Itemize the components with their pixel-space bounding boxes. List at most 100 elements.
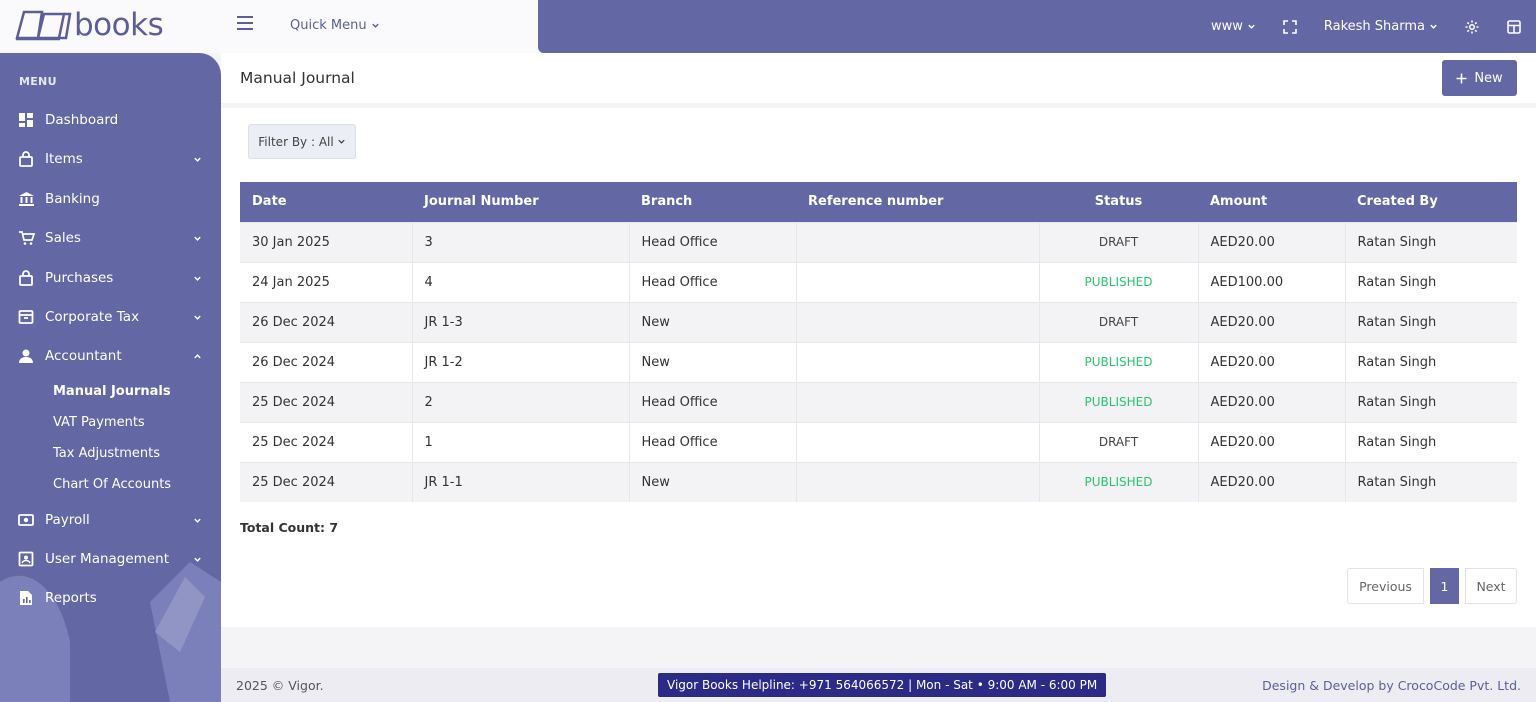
filter-label: Filter By : All: [258, 134, 334, 149]
previous-page-button[interactable]: Previous: [1347, 568, 1424, 604]
user-icon: [16, 347, 36, 365]
cell-branch: New: [629, 341, 797, 382]
cell-amount: AED20.00: [1198, 381, 1346, 422]
workspace-dropdown[interactable]: www: [1211, 19, 1256, 34]
cell-journal-number[interactable]: 1: [412, 421, 630, 462]
cell-date: 30 Jan 2025: [240, 221, 413, 262]
user-card-icon: [16, 550, 36, 568]
report-icon: [16, 589, 36, 607]
user-dropdown[interactable]: Rakesh Sharma: [1324, 19, 1438, 34]
column-header-branch[interactable]: Branch: [629, 182, 796, 222]
status-badge: PUBLISHED: [1039, 461, 1199, 502]
quick-menu-label: Quick Menu: [290, 18, 367, 33]
new-button-label: New: [1474, 70, 1503, 86]
column-header-date[interactable]: Date: [240, 182, 412, 222]
cell-journal-number[interactable]: JR 1-3: [412, 301, 630, 342]
brand-logo[interactable]: books: [14, 4, 164, 46]
sidebar-item-sales[interactable]: Sales: [0, 225, 221, 251]
table-row[interactable]: 24 Jan 2025 4 Head Office PUBLISHED AED1…: [240, 261, 1517, 302]
table-row[interactable]: 26 Dec 2024 JR 1-3 New DRAFT AED20.00 Ra…: [240, 301, 1517, 342]
layout-button[interactable]: [1506, 19, 1522, 35]
sidebar-subitem-chart-of-accounts[interactable]: Chart Of Accounts: [53, 477, 171, 492]
cell-journal-number[interactable]: 3: [412, 221, 630, 262]
cell-reference: [796, 261, 1040, 302]
user-name: Rakesh Sharma: [1323, 19, 1425, 34]
sidebar-item-accountant[interactable]: Accountant: [0, 343, 221, 369]
next-page-button[interactable]: Next: [1465, 568, 1517, 604]
filter-dropdown[interactable]: Filter By : All: [248, 124, 356, 159]
sidebar-item-user-management[interactable]: User Management: [0, 546, 221, 572]
page-1-button[interactable]: 1: [1430, 568, 1459, 604]
cell-journal-number[interactable]: JR 1-1: [412, 461, 630, 502]
table-row[interactable]: 25 Dec 2024 1 Head Office DRAFT AED20.00…: [240, 421, 1517, 462]
chevron-up-icon: [194, 354, 201, 359]
book-logo-icon: [15, 10, 72, 41]
sidebar-item-items[interactable]: Items: [0, 146, 221, 172]
quick-menu-dropdown[interactable]: Quick Menu: [290, 18, 380, 33]
chevron-down-icon: [194, 157, 201, 162]
sidebar-item-label: Sales: [45, 230, 81, 246]
sidebar-item-label: Reports: [45, 590, 97, 606]
settings-button[interactable]: [1464, 19, 1480, 35]
sidebar: MENU Dashboard Items Banking Sales Purch…: [0, 53, 221, 702]
table-row[interactable]: 30 Jan 2025 3 Head Office DRAFT AED20.00…: [240, 221, 1517, 262]
sidebar-item-reports[interactable]: Reports: [0, 585, 221, 611]
sidebar-item-banking[interactable]: Banking: [0, 186, 221, 212]
cell-created-by: Ratan Singh: [1345, 421, 1517, 462]
cell-branch: New: [629, 301, 797, 342]
journal-table: Date Journal Number Branch Reference num…: [240, 182, 1517, 502]
fullscreen-icon: [1283, 19, 1297, 34]
cell-created-by: Ratan Singh: [1345, 381, 1517, 422]
cell-amount: AED20.00: [1198, 341, 1346, 382]
chevron-down-icon: [194, 518, 201, 523]
helpline-banner: Vigor Books Helpline: +971 564066572 | M…: [658, 673, 1107, 697]
column-header-amount[interactable]: Amount: [1198, 182, 1345, 222]
journal-panel: Filter By : All Date Journal Number Bran…: [221, 108, 1536, 627]
layout-icon: [1507, 19, 1521, 34]
cell-journal-number[interactable]: JR 1-2: [412, 341, 630, 382]
cell-journal-number[interactable]: 4: [412, 261, 630, 302]
new-journal-button[interactable]: New: [1442, 60, 1517, 96]
chevron-down-icon: [338, 139, 345, 144]
cell-created-by: Ratan Singh: [1345, 461, 1517, 502]
cell-created-by: Ratan Singh: [1345, 261, 1517, 302]
cell-date: 25 Dec 2024: [240, 461, 413, 502]
sidebar-item-corporate-tax[interactable]: Corporate Tax: [0, 304, 221, 330]
fullscreen-button[interactable]: [1282, 19, 1298, 35]
table-row[interactable]: 25 Dec 2024 JR 1-1 New PUBLISHED AED20.0…: [240, 461, 1517, 502]
cell-date: 25 Dec 2024: [240, 381, 413, 422]
archive-icon: [16, 308, 36, 326]
status-badge: DRAFT: [1039, 221, 1199, 262]
cell-journal-number[interactable]: 2: [412, 381, 630, 422]
sidebar-item-label: Purchases: [45, 270, 114, 286]
plus-icon: [1456, 73, 1467, 83]
sidebar-item-purchases[interactable]: Purchases: [0, 265, 221, 291]
column-header-reference[interactable]: Reference number: [796, 182, 1039, 222]
sidebar-item-dashboard[interactable]: Dashboard: [0, 107, 221, 133]
table-row[interactable]: 26 Dec 2024 JR 1-2 New PUBLISHED AED20.0…: [240, 341, 1517, 382]
gear-icon: [1465, 20, 1479, 33]
table-row[interactable]: 25 Dec 2024 2 Head Office PUBLISHED AED2…: [240, 381, 1517, 422]
dashboard-icon: [16, 111, 36, 129]
sidebar-item-label: Payroll: [45, 512, 90, 528]
sidebar-item-label: Accountant: [45, 348, 122, 364]
developer-credit[interactable]: Design & Develop by CrocoCode Pvt. Ltd.: [1262, 678, 1521, 693]
cell-amount: AED20.00: [1198, 421, 1346, 462]
copyright-text: 2025 © Vigor.: [236, 677, 324, 693]
column-header-status[interactable]: Status: [1039, 182, 1198, 222]
status-badge: PUBLISHED: [1039, 341, 1199, 382]
logo-text: books: [74, 6, 164, 43]
column-header-created-by[interactable]: Created By: [1345, 182, 1517, 222]
chevron-down-icon: [194, 557, 201, 562]
sidebar-subitem-manual-journals[interactable]: Manual Journals: [53, 384, 171, 399]
status-badge: DRAFT: [1039, 301, 1199, 342]
cell-date: 26 Dec 2024: [240, 301, 413, 342]
cell-branch: Head Office: [629, 261, 797, 302]
sidebar-item-payroll[interactable]: Payroll: [0, 507, 221, 533]
column-header-journal-number[interactable]: Journal Number: [412, 182, 629, 222]
menu-toggle-icon[interactable]: [237, 16, 253, 30]
cell-reference: [796, 381, 1040, 422]
chevron-down-icon: [371, 23, 379, 28]
sidebar-subitem-tax-adjustments[interactable]: Tax Adjustments: [53, 446, 160, 461]
sidebar-subitem-vat-payments[interactable]: VAT Payments: [53, 415, 145, 430]
